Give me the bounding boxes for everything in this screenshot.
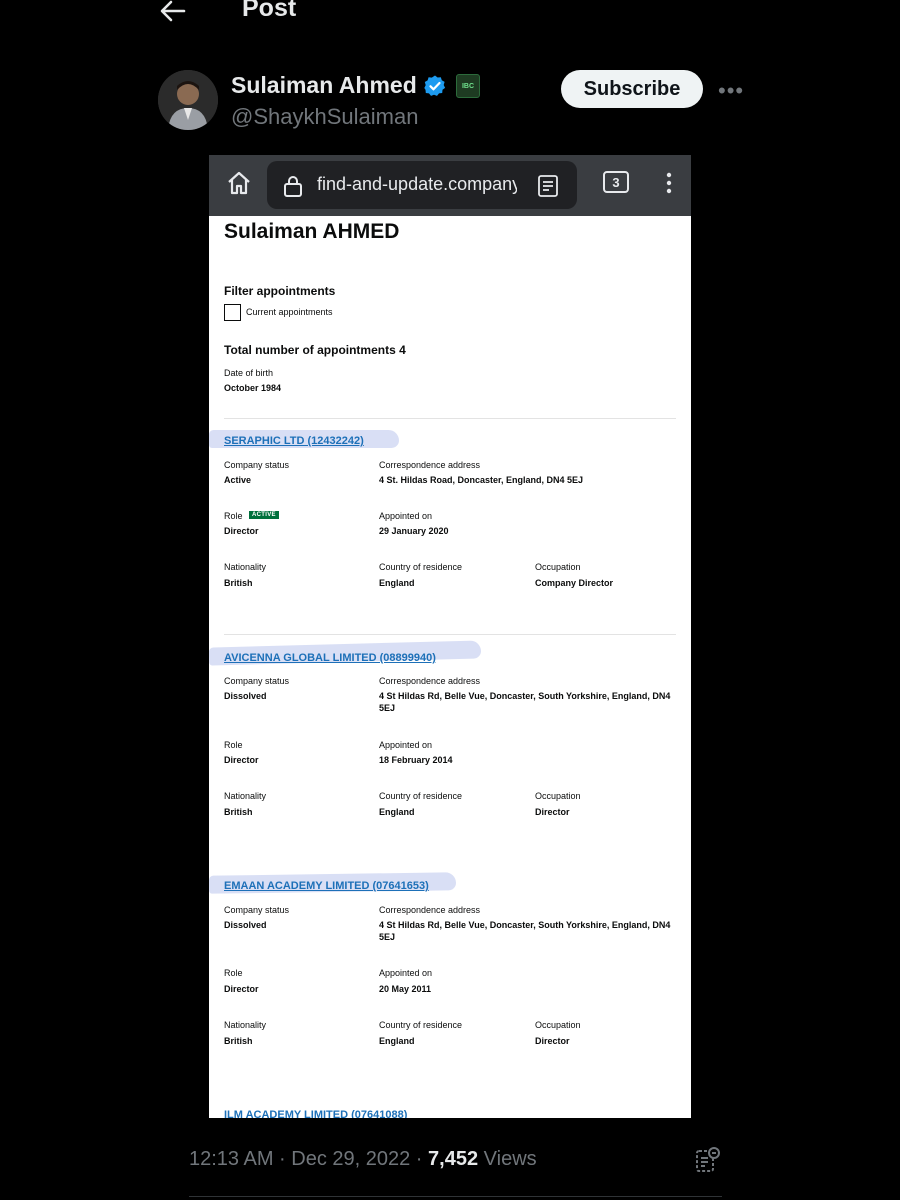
reader-mode-icon bbox=[538, 175, 558, 197]
value-occupation: Company Director bbox=[535, 578, 614, 588]
company-link-seraphic: SERAPHIC LTD (12432242) bbox=[224, 435, 364, 447]
company-link-ilm: ILM ACADEMY LIMITED (07641088) bbox=[224, 1109, 408, 1118]
label-occupation: Occupation bbox=[535, 562, 581, 572]
views-count: 7,452 bbox=[428, 1148, 479, 1170]
value-residence: England bbox=[379, 578, 415, 588]
label-address: Correspondence address bbox=[379, 905, 481, 915]
value-role: Director bbox=[224, 755, 259, 765]
label-appointed: Appointed on bbox=[379, 740, 433, 750]
lock-icon bbox=[284, 176, 302, 197]
label-nationality: Nationality bbox=[224, 562, 267, 572]
label-role: Role bbox=[224, 740, 243, 750]
value-occupation: Director bbox=[535, 807, 570, 817]
value-status: Dissolved bbox=[224, 691, 267, 701]
label-nationality: Nationality bbox=[224, 791, 267, 801]
value-appointed: 18 February 2014 bbox=[379, 755, 453, 765]
filter-heading: Filter appointments bbox=[224, 284, 336, 298]
company-link-avicenna: AVICENNA GLOBAL LIMITED (08899940) bbox=[224, 652, 436, 664]
label-status: Company status bbox=[224, 905, 290, 915]
value-residence: England bbox=[379, 807, 415, 817]
value-status: Dissolved bbox=[224, 920, 267, 930]
value-nationality: British bbox=[224, 1036, 253, 1046]
total-appointments: Total number of appointments 4 bbox=[224, 343, 406, 357]
label-address: Correspondence address bbox=[379, 676, 481, 686]
label-status: Company status bbox=[224, 460, 290, 470]
value-occupation: Director bbox=[535, 1036, 570, 1046]
timestamp-text: 12:13 AM · Dec 29, 2022 · bbox=[189, 1148, 429, 1170]
label-appointed: Appointed on bbox=[379, 968, 433, 978]
label-role: Role bbox=[224, 968, 243, 978]
dob-label: Date of birth bbox=[224, 368, 274, 378]
divider bbox=[189, 1196, 722, 1197]
author-name[interactable]: Sulaiman Ahmed bbox=[231, 72, 417, 99]
value-status: Active bbox=[224, 475, 252, 485]
value-nationality: British bbox=[224, 807, 253, 817]
label-residence: Country of residence bbox=[379, 1020, 463, 1030]
tab-count-icon: 3 bbox=[603, 171, 629, 193]
avatar[interactable] bbox=[158, 70, 218, 130]
url-text: find-and-update.company bbox=[317, 174, 517, 194]
post-timestamp: 12:13 AM · Dec 29, 2022 · 7,452 Views bbox=[189, 1148, 537, 1171]
home-icon bbox=[228, 171, 250, 195]
label-occupation: Occupation bbox=[535, 1020, 581, 1030]
value-address: 4 St Hildas Rd, Belle Vue, Doncaster, So… bbox=[379, 920, 671, 942]
dob-value: October 1984 bbox=[224, 383, 282, 393]
checkbox-label: Current appointments bbox=[246, 307, 333, 317]
label-occupation: Occupation bbox=[535, 791, 581, 801]
active-status-badge: ACTIVE bbox=[249, 511, 279, 519]
officer-name: Sulaiman AHMED bbox=[224, 220, 400, 243]
attached-screenshot[interactable]: find-and-update.company 3 Sulaiman AHMED… bbox=[209, 155, 691, 1118]
page-title: Post bbox=[242, 0, 297, 22]
company-link-emaan: EMAAN ACADEMY LIMITED (07641653) bbox=[224, 880, 429, 892]
divider bbox=[224, 418, 676, 419]
avatar-image-icon bbox=[158, 70, 218, 130]
more-options-icon[interactable]: ••• bbox=[718, 78, 744, 103]
current-appointments-checkbox bbox=[224, 304, 241, 321]
value-role: Director bbox=[224, 984, 259, 994]
label-appointed: Appointed on bbox=[379, 511, 433, 521]
value-address: 4 St. Hildas Road, Doncaster, England, D… bbox=[379, 475, 584, 485]
label-nationality: Nationality bbox=[224, 1020, 267, 1030]
views-label: Views bbox=[478, 1148, 537, 1170]
label-role: Role bbox=[224, 511, 243, 521]
value-appointed: 20 May 2011 bbox=[379, 984, 432, 994]
subscribe-button[interactable]: Subscribe bbox=[561, 70, 703, 108]
analytics-icon[interactable] bbox=[694, 1146, 722, 1174]
value-nationality: British bbox=[224, 578, 253, 588]
label-address: Correspondence address bbox=[379, 460, 481, 470]
value-role: Director bbox=[224, 526, 259, 536]
verified-badge-icon bbox=[424, 75, 446, 96]
value-appointed: 29 January 2020 bbox=[379, 526, 449, 536]
browser-menu-icon bbox=[666, 172, 672, 194]
browser-toolbar: find-and-update.company 3 bbox=[209, 155, 691, 216]
label-residence: Country of residence bbox=[379, 791, 463, 801]
divider bbox=[224, 634, 676, 635]
address-bar: find-and-update.company bbox=[267, 161, 577, 209]
author-handle[interactable]: @ShaykhSulaiman bbox=[231, 104, 418, 130]
affiliation-badge[interactable]: IBC bbox=[456, 74, 480, 98]
value-address: 4 St Hildas Rd, Belle Vue, Doncaster, So… bbox=[379, 691, 671, 713]
label-status: Company status bbox=[224, 676, 290, 686]
label-residence: Country of residence bbox=[379, 562, 463, 572]
back-arrow-icon[interactable] bbox=[158, 0, 188, 26]
value-residence: England bbox=[379, 1036, 415, 1046]
